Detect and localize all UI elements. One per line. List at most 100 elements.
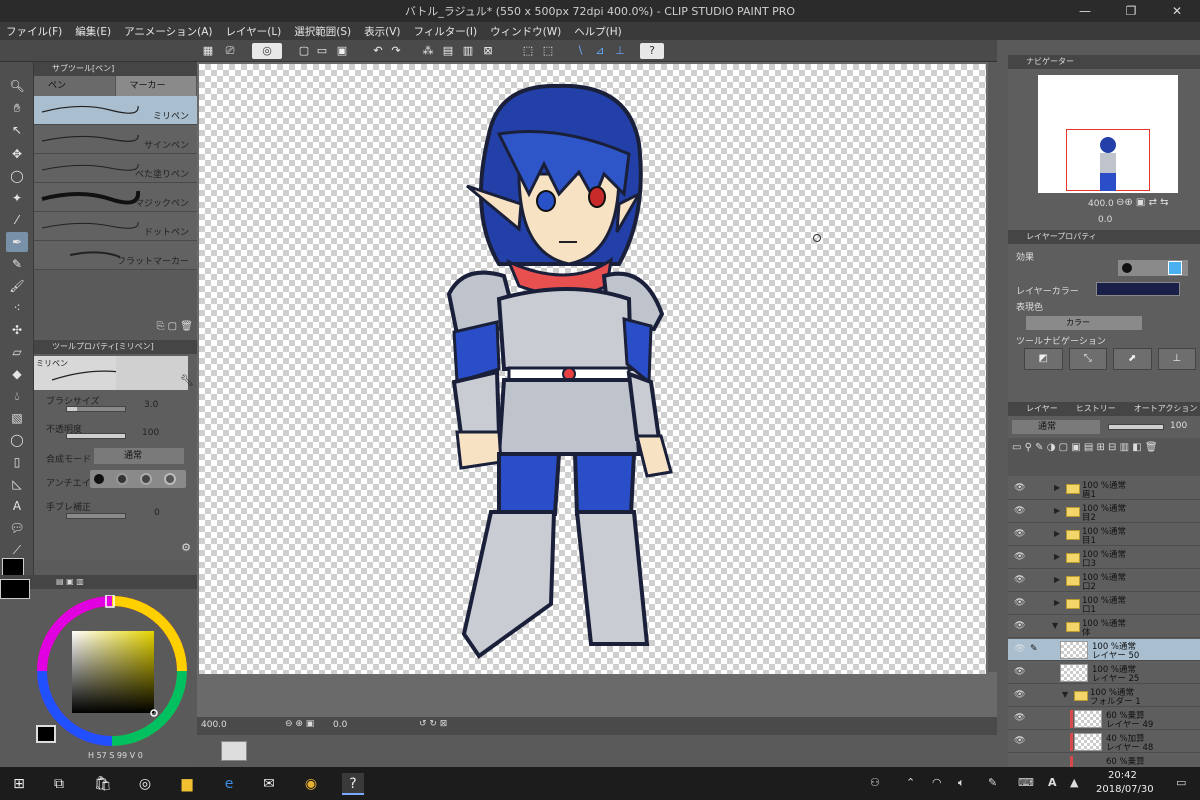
brush-item-dot-pen[interactable]: ドットペン — [34, 212, 197, 241]
tab-auto-action[interactable]: オートアクション — [1134, 402, 1198, 416]
clip-studio-paint-icon[interactable]: ? — [342, 773, 364, 795]
text-icon[interactable]: A — [6, 496, 28, 516]
brush-item-magic-pen[interactable]: マジックペン — [34, 183, 197, 212]
eye-icon[interactable]: 👁︎ — [1014, 644, 1025, 654]
maximize-button[interactable]: ❐ — [1108, 0, 1154, 22]
tray-chevron-icon[interactable]: ⌃ — [906, 776, 915, 789]
store-icon[interactable]: 🛍︎ — [92, 773, 114, 795]
close-button[interactable]: ✕ — [1154, 0, 1200, 22]
eye-icon[interactable]: 👁︎ — [1014, 713, 1025, 723]
blend-icon[interactable]: 💧︎ — [6, 386, 28, 406]
layer-blend-select[interactable]: 通常 — [1012, 420, 1100, 434]
invert-selection-icon[interactable]: ⬚ — [540, 43, 556, 59]
hand-icon[interactable]: ✋︎ — [6, 98, 28, 118]
navigator-tab[interactable]: ナビゲーター — [1008, 55, 1200, 69]
eye-icon[interactable]: 👁︎ — [1014, 552, 1025, 562]
expand-icon[interactable]: ▶ — [1054, 529, 1060, 538]
expand-icon[interactable]: ▶ — [1054, 552, 1060, 561]
menu-window[interactable]: ウィンドウ(W) — [490, 24, 561, 39]
eyedropper-icon[interactable]: ⁄ — [6, 210, 28, 230]
snap-ruler-icon[interactable]: ∖ — [572, 43, 588, 59]
windows-start-icon[interactable]: ⊞ — [8, 773, 30, 795]
layer-color-swatch[interactable] — [1096, 282, 1180, 296]
eye-icon[interactable]: 👁︎ — [1014, 529, 1025, 539]
tab-layer[interactable]: レイヤー — [1026, 402, 1058, 416]
brush-item-fill-pen[interactable]: べた塗りペン — [34, 154, 197, 183]
ime-icon[interactable]: A — [1048, 776, 1057, 789]
layer-toolbar[interactable]: ▭ ⚲ ✎ ◑ ▢ ▣ ▤ ⊞ ⊟ ▥ ◧ 🗑︎ — [1008, 438, 1200, 476]
minimize-button[interactable]: — — [1062, 0, 1108, 22]
fill-icon[interactable]: ▤ — [440, 43, 456, 59]
layer-row[interactable]: 👁︎ ▶ 100 %通常 口3 — [1008, 547, 1200, 569]
antialias-options[interactable] — [90, 470, 186, 488]
lasso-icon[interactable]: ◯ — [6, 166, 28, 186]
balloon-icon[interactable]: 💬︎ — [6, 518, 28, 538]
stabilization-slider[interactable] — [66, 513, 126, 519]
menu-edit[interactable]: 編集(E) — [75, 24, 111, 39]
navigator-controls-icon[interactable]: ⊖⊕ ▣ ⇄ ⇆ — [1116, 197, 1169, 208]
rotation-controls-icon[interactable]: ↺ ↻ ⊠ — [419, 719, 447, 729]
rotation-value[interactable]: 0.0 — [333, 720, 347, 730]
airbrush-icon[interactable]: ⁖ — [6, 298, 28, 318]
eye-icon[interactable]: 👁︎ — [1014, 575, 1025, 585]
expression-select[interactable]: カラー — [1026, 316, 1142, 330]
layer-row[interactable]: 👁︎ ▶ 100 %通常 口1 — [1008, 593, 1200, 615]
move-layer-icon[interactable]: ✥ — [6, 144, 28, 164]
chrome-icon[interactable]: ◉ — [300, 773, 322, 795]
clip-studio-app-icon[interactable]: ◎ — [134, 773, 156, 795]
tab-history[interactable]: ヒストリー — [1076, 402, 1116, 416]
menu-view[interactable]: 表示(V) — [364, 24, 400, 39]
tab-pen[interactable]: ペン — [34, 76, 116, 96]
help-icon[interactable]: ? — [640, 43, 664, 59]
vertical-scrollbar[interactable] — [988, 62, 997, 672]
snap-special-icon[interactable]: ⊥ — [612, 43, 628, 59]
new-file-icon[interactable]: ▢ — [296, 43, 312, 59]
menu-help[interactable]: ヘルプ(H) — [574, 24, 622, 39]
menu-layer[interactable]: レイヤー(L) — [226, 24, 282, 39]
layer-row[interactable]: 👁︎ 100 %通常 レイヤー 25 — [1008, 662, 1200, 684]
wrench-icon[interactable]: 🔧︎ — [180, 374, 194, 387]
collapse-icon[interactable]: ▼ — [1052, 621, 1058, 630]
tab-marker[interactable]: マーカー — [115, 76, 197, 96]
eye-icon[interactable]: 👁︎ — [1014, 506, 1025, 516]
pen-icon[interactable]: ✒ — [6, 232, 28, 252]
redo-icon[interactable]: ↷ — [388, 43, 404, 59]
toolnav-button-1[interactable]: ◩ — [1024, 348, 1063, 370]
save-icon[interactable]: ▣ — [334, 43, 350, 59]
layer-row[interactable]: 👁︎ 60 %乗算 レイヤー 49 — [1008, 708, 1200, 730]
layerprop-tab[interactable]: レイヤープロパティ — [1008, 230, 1200, 244]
gradient-icon[interactable]: ▧ — [6, 408, 28, 428]
layer-row[interactable]: 👁︎ ▶ 100 %通常 口2 — [1008, 570, 1200, 592]
zoom-icon[interactable]: 🔍︎ — [6, 76, 28, 96]
layout-icon[interactable]: ▦ — [200, 43, 216, 59]
brush-item-milli[interactable]: ミリペン — [34, 96, 197, 125]
mail-icon[interactable]: ✉ — [258, 773, 280, 795]
figure-icon[interactable]: ◯ — [6, 430, 28, 450]
people-icon[interactable]: ⚇ — [870, 776, 880, 789]
fill-bucket-icon[interactable]: ◆ — [6, 364, 28, 384]
pen-tray-icon[interactable]: ✎ — [988, 776, 997, 789]
toolnav-button-3[interactable]: ⬈ — [1113, 348, 1152, 370]
clock-time[interactable]: 20:42 — [1108, 770, 1137, 781]
correct-line-icon[interactable]: ⟋ — [6, 540, 28, 560]
canvas-tab-thumbnail[interactable] — [221, 741, 247, 761]
menu-selection[interactable]: 選択範囲(S) — [294, 24, 351, 39]
clock-date[interactable]: 2018/07/30 — [1096, 784, 1154, 795]
task-view-icon[interactable]: ⧉ — [48, 773, 70, 795]
layer-row[interactable]: 👁︎ 40 %加算 レイヤー 48 — [1008, 731, 1200, 753]
menu-animation[interactable]: アニメーション(A) — [124, 24, 212, 39]
toolnav-button-2[interactable]: ⤡ — [1068, 348, 1107, 370]
subtool-actions-icon[interactable]: ⎘ ▢ 🗑︎ — [156, 321, 193, 332]
adobe-icon[interactable]: ▲ — [1070, 776, 1078, 789]
foreground-color-swatch[interactable] — [36, 725, 56, 743]
eye-icon[interactable]: 👁︎ — [1014, 667, 1025, 677]
snap-grid-icon[interactable]: ⊿ — [592, 43, 608, 59]
wifi-icon[interactable]: ◠ — [932, 776, 942, 789]
brush-item-sign[interactable]: サインペン — [34, 125, 197, 154]
undo-icon[interactable]: ↶ — [370, 43, 386, 59]
layer-row[interactable]: 👁︎ ▶ 100 %通常 目2 — [1008, 501, 1200, 523]
expand-icon[interactable]: ▶ — [1054, 575, 1060, 584]
collapse-icon[interactable]: ▼ — [1062, 690, 1068, 699]
effect-buttons[interactable] — [1118, 260, 1188, 276]
screen-icon[interactable]: ⎚ — [222, 43, 238, 59]
